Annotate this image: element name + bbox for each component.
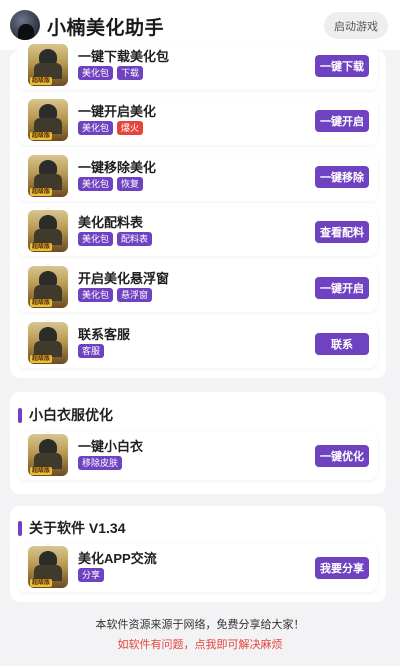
tag-chip: 美化包 [78,232,114,246]
tag-chip: 分享 [78,568,105,582]
item-title: 一键移除美化 [78,160,157,175]
tag-chip: 美化包 [78,288,114,302]
game-thumbnail-icon: 超级版 [28,434,68,476]
contact-button[interactable]: 联系 [315,333,369,355]
section-accent-bar [18,520,22,536]
item-title: 美化配料表 [78,215,144,230]
list-item-download: 超级版 一键下载美化包 美化包 下载 一键下载 [18,42,378,90]
item-title: 开启美化悬浮窗 [78,271,170,286]
tag-chip: 美化包 [78,121,114,135]
enable-floating-button[interactable]: 一键开启 [315,277,369,299]
game-thumbnail-icon: 超级版 [28,210,68,252]
enable-button[interactable]: 一键开启 [315,110,369,132]
view-ingredients-button[interactable]: 查看配料 [315,221,369,243]
download-button[interactable]: 一键下载 [315,55,369,77]
list-item-ingredients: 超级版 美化配料表 美化包 配料表 查看配料 [18,208,378,256]
list-item-share: 超级版 美化APP交流 分享 我要分享 [18,544,378,592]
tag-chip: 美化包 [78,177,114,191]
section-title: 关于软件 V1.34 [29,520,126,536]
game-thumbnail-icon: 超级版 [28,546,68,588]
section-header: 小白衣服优化 [18,405,113,425]
launch-game-button[interactable]: 启动游戏 [324,12,388,39]
help-link[interactable]: 如软件有问题，点我即可解决麻烦 [0,636,400,652]
user-avatar-icon[interactable] [10,10,40,40]
hot-tag-chip: 爆火 [117,121,144,135]
section-title: 小白衣服优化 [29,407,113,423]
game-thumbnail-icon: 超级版 [28,266,68,308]
game-thumbnail-icon: 超级版 [28,322,68,364]
disclaimer-text: 本软件资源来源于网络，免费分享给大家！ [95,619,305,631]
game-thumbnail-icon: 超级版 [28,44,68,86]
share-button[interactable]: 我要分享 [315,557,369,579]
item-title: 一键下载美化包 [78,49,170,64]
app-title: 小楠美化助手 [47,18,165,39]
tag-chip: 移除皮肤 [78,456,123,470]
item-title: 联系客服 [78,327,131,342]
item-title: 美化APP交流 [78,551,157,566]
list-item-white-clothes: 超级版 一键小白衣 移除皮肤 一键优化 [18,432,378,480]
section-accent-bar [18,407,22,423]
item-title: 一键开启美化 [78,104,157,119]
tag-chip: 美化包 [78,66,114,80]
tag-chip: 悬浮窗 [117,288,153,302]
section-header: 关于软件 V1.34 [18,518,125,538]
game-thumbnail-icon: 超级版 [28,99,68,141]
tag-chip: 配料表 [117,232,153,246]
list-item-remove: 超级版 一键移除美化 美化包 恢复 一键移除 [18,153,378,201]
list-item-floating-window: 超级版 开启美化悬浮窗 美化包 悬浮窗 一键开启 [18,264,378,312]
tag-chip: 下载 [117,66,144,80]
item-title: 一键小白衣 [78,439,144,454]
optimize-button[interactable]: 一键优化 [315,445,369,467]
list-item-enable: 超级版 一键开启美化 美化包 爆火 一键开启 [18,97,378,145]
remove-button[interactable]: 一键移除 [315,166,369,188]
tag-chip: 恢复 [117,177,144,191]
game-thumbnail-icon: 超级版 [28,155,68,197]
tag-chip: 客服 [78,344,105,358]
list-item-support: 超级版 联系客服 客服 联系 [18,320,378,368]
